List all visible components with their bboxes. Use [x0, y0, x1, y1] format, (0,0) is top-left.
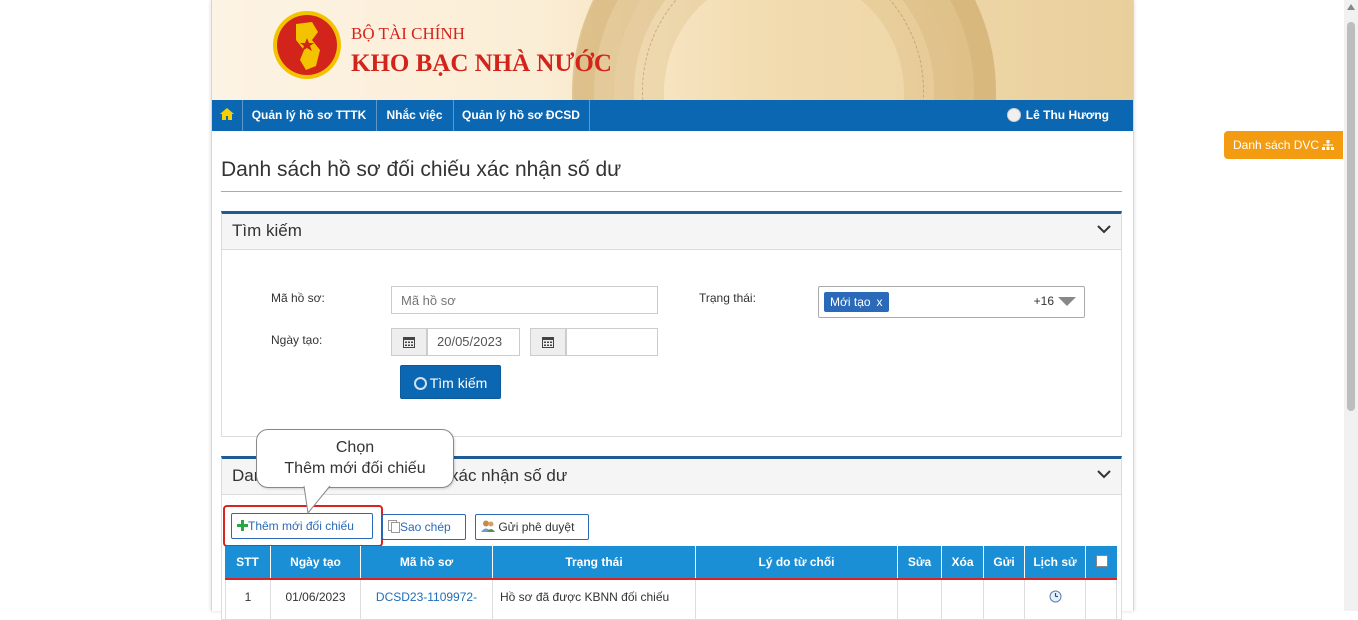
nav-item-ttk[interactable]: Quản lý hồ sơ TTTK	[242, 100, 377, 131]
code-input[interactable]	[391, 286, 658, 314]
header-banner: BỘ TÀI CHÍNH KHO BẠC NHÀ NƯỚC	[212, 0, 1133, 100]
column-header: Gửi	[984, 546, 1025, 578]
calendar-to-button[interactable]	[530, 328, 566, 356]
column-header[interactable]: Ngày tạo	[271, 546, 361, 578]
instruction-callout: Chọn Thêm mới đối chiếu	[256, 429, 454, 488]
search-icon	[413, 377, 427, 390]
row-send-cell	[984, 580, 1025, 620]
main-nav: Quản lý hồ sơ TTTK Nhắc việc Quản lý hồ …	[212, 100, 1133, 131]
row-date: 01/06/2023	[271, 580, 361, 620]
page-scrollbar[interactable]	[1344, 0, 1358, 611]
search-panel-title: Tìm kiếm	[232, 221, 302, 240]
callout-line-2: Thêm mới đối chiếu	[284, 460, 426, 477]
user-name: Lê Thu Hương	[1025, 108, 1109, 122]
row-history-cell	[1025, 580, 1086, 620]
nav-item-dcsd[interactable]: Quản lý hồ sơ ĐCSD	[453, 100, 590, 131]
copy-button[interactable]: Sao chép	[382, 514, 466, 540]
status-tag[interactable]: Mới tạo x	[824, 292, 889, 312]
scroll-up-icon[interactable]	[1347, 4, 1355, 10]
callout-line-1: Chọn	[335, 439, 375, 456]
row-reason	[696, 580, 898, 620]
table-header: STT Ngày tạo Mã hồ sơ Trạng thái Lý do t…	[225, 546, 1117, 578]
column-header: Xóa	[942, 546, 984, 578]
calendar-icon	[542, 337, 554, 348]
chevron-down-icon[interactable]	[1097, 469, 1111, 479]
date-from-input[interactable]: 20/05/2023	[427, 328, 520, 356]
status-label: Trạng thái:	[699, 291, 756, 305]
callout-pointer	[303, 485, 331, 515]
row-delete-cell	[942, 580, 984, 620]
status-more-count: +16	[1033, 294, 1054, 308]
title-divider	[221, 191, 1122, 192]
scrollbar-thumb[interactable]	[1347, 22, 1355, 411]
select-all-checkbox[interactable]	[1095, 555, 1108, 567]
column-header: Sửa	[898, 546, 942, 578]
ministry-name: BỘ TÀI CHÍNH	[351, 24, 465, 43]
select-all-cell	[1086, 546, 1117, 578]
user-menu[interactable]: Lê Thu Hương	[1006, 100, 1109, 131]
users-icon	[481, 520, 495, 532]
column-header[interactable]: Trạng thái	[493, 546, 696, 578]
send-approval-button[interactable]: Gửi phê duyệt	[475, 514, 589, 540]
status-multiselect[interactable]: Mới tạo x +16	[818, 286, 1085, 318]
column-header[interactable]: Lý do từ chối	[696, 546, 898, 578]
date-label: Ngày tạo:	[271, 333, 323, 347]
nav-item-reminders[interactable]: Nhắc việc	[376, 100, 454, 131]
row-status: Hồ sơ đã được KBNN đối chiếu	[493, 580, 696, 620]
history-clock-icon[interactable]	[1049, 590, 1062, 603]
row-checkbox-cell	[1086, 580, 1117, 620]
home-nav-item[interactable]	[212, 100, 243, 131]
calendar-from-button[interactable]	[391, 328, 427, 356]
agency-name: KHO BẠC NHÀ NƯỚC	[351, 50, 612, 77]
dvc-list-button[interactable]: Danh sách DVC	[1224, 131, 1343, 159]
sitemap-icon	[1322, 140, 1335, 150]
date-to-input[interactable]	[566, 328, 658, 356]
row-code-link[interactable]: DCSD23-1109972-	[361, 580, 493, 620]
state-treasury-logo	[273, 11, 341, 79]
plus-icon	[237, 520, 248, 531]
code-label: Mã hồ sơ:	[271, 291, 325, 305]
search-panel-header[interactable]: Tìm kiếm	[222, 214, 1121, 250]
list-panel-title-end: xác nhận số dư	[450, 466, 568, 485]
column-header: Lịch sử	[1025, 546, 1086, 578]
page-title: Danh sách hồ sơ đối chiếu xác nhận số dư	[221, 158, 622, 181]
dropdown-arrow-icon[interactable]	[1058, 297, 1076, 306]
column-header[interactable]: Mã hồ sơ	[361, 546, 493, 578]
chevron-down-icon[interactable]	[1097, 224, 1111, 234]
search-panel: Tìm kiếm	[221, 211, 1122, 437]
row-edit-cell	[898, 580, 942, 620]
avatar	[1006, 108, 1021, 122]
add-reconciliation-button[interactable]: Thêm mới đối chiếu	[231, 513, 373, 539]
copy-icon	[388, 520, 400, 533]
row-stt: 1	[225, 580, 271, 620]
column-header: STT	[225, 546, 271, 578]
calendar-icon	[403, 337, 415, 348]
remove-tag-icon[interactable]: x	[877, 295, 883, 309]
search-button[interactable]: Tìm kiếm	[400, 365, 501, 399]
home-icon	[220, 108, 234, 120]
